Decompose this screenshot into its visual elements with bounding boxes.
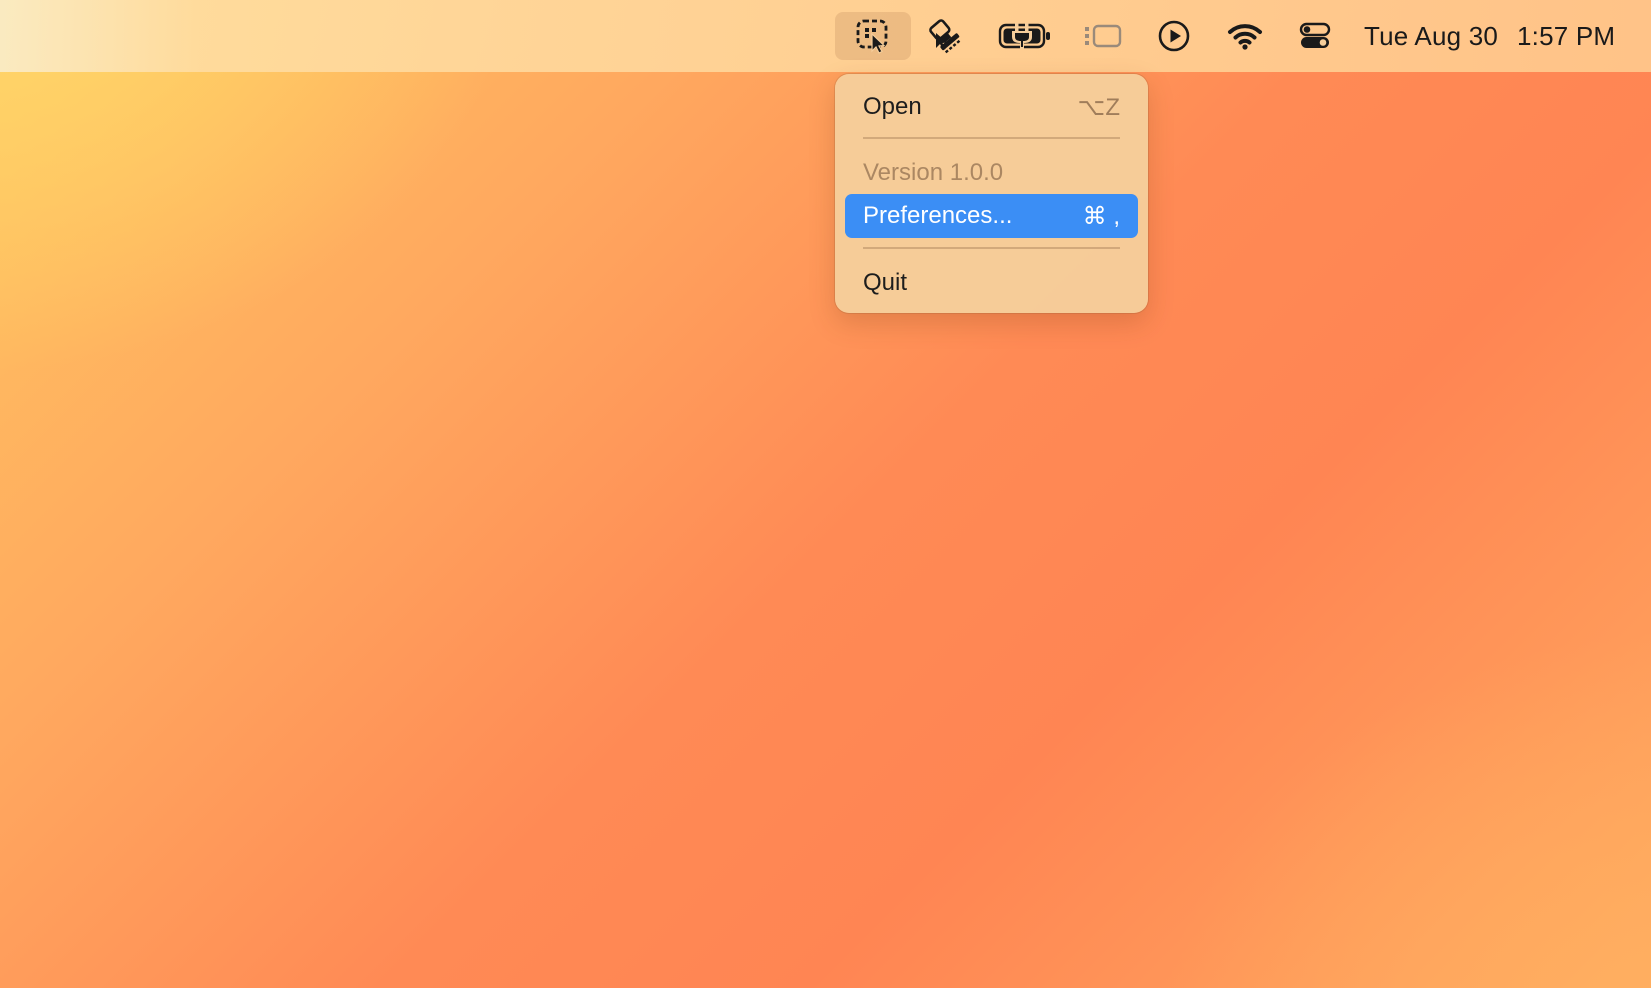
menu-item-version: Version 1.0.0 [845, 151, 1138, 195]
menu-item-open[interactable]: Open ⌥Z [845, 85, 1138, 129]
control-center-icon[interactable] [1292, 12, 1338, 60]
wifi-icon[interactable] [1222, 12, 1268, 60]
sidebar-window-icon[interactable] [1080, 12, 1126, 60]
menu-separator [863, 137, 1120, 139]
menu-item-preferences-label: Preferences... [863, 202, 1013, 229]
play-circle-icon[interactable] [1151, 12, 1197, 60]
menu-item-open-shortcut: ⌥Z [1077, 93, 1120, 121]
menu-item-quit-label: Quit [863, 269, 908, 296]
stamp-cursor-icon[interactable] [922, 12, 968, 60]
menu-bar-time[interactable]: 1:57 PM [1517, 12, 1615, 60]
menu-item-open-label: Open [863, 93, 922, 120]
select-pointer-app-icon[interactable] [835, 12, 911, 60]
menu-separator [863, 247, 1120, 249]
menu-bar-date[interactable]: Tue Aug 30 [1364, 12, 1498, 60]
menu-item-quit[interactable]: Quit [845, 261, 1138, 305]
app-dropdown-menu: Open ⌥Z Version 1.0.0 Preferences... ⌘ ,… [835, 74, 1148, 313]
menu-item-preferences-shortcut: ⌘ , [1082, 202, 1120, 230]
menu-item-preferences[interactable]: Preferences... ⌘ , [845, 194, 1138, 238]
menu-item-version-label: Version 1.0.0 [863, 159, 1004, 186]
menu-bar: Tue Aug 30 1:57 PM [0, 0, 1651, 72]
battery-charging-icon [995, 12, 1055, 60]
